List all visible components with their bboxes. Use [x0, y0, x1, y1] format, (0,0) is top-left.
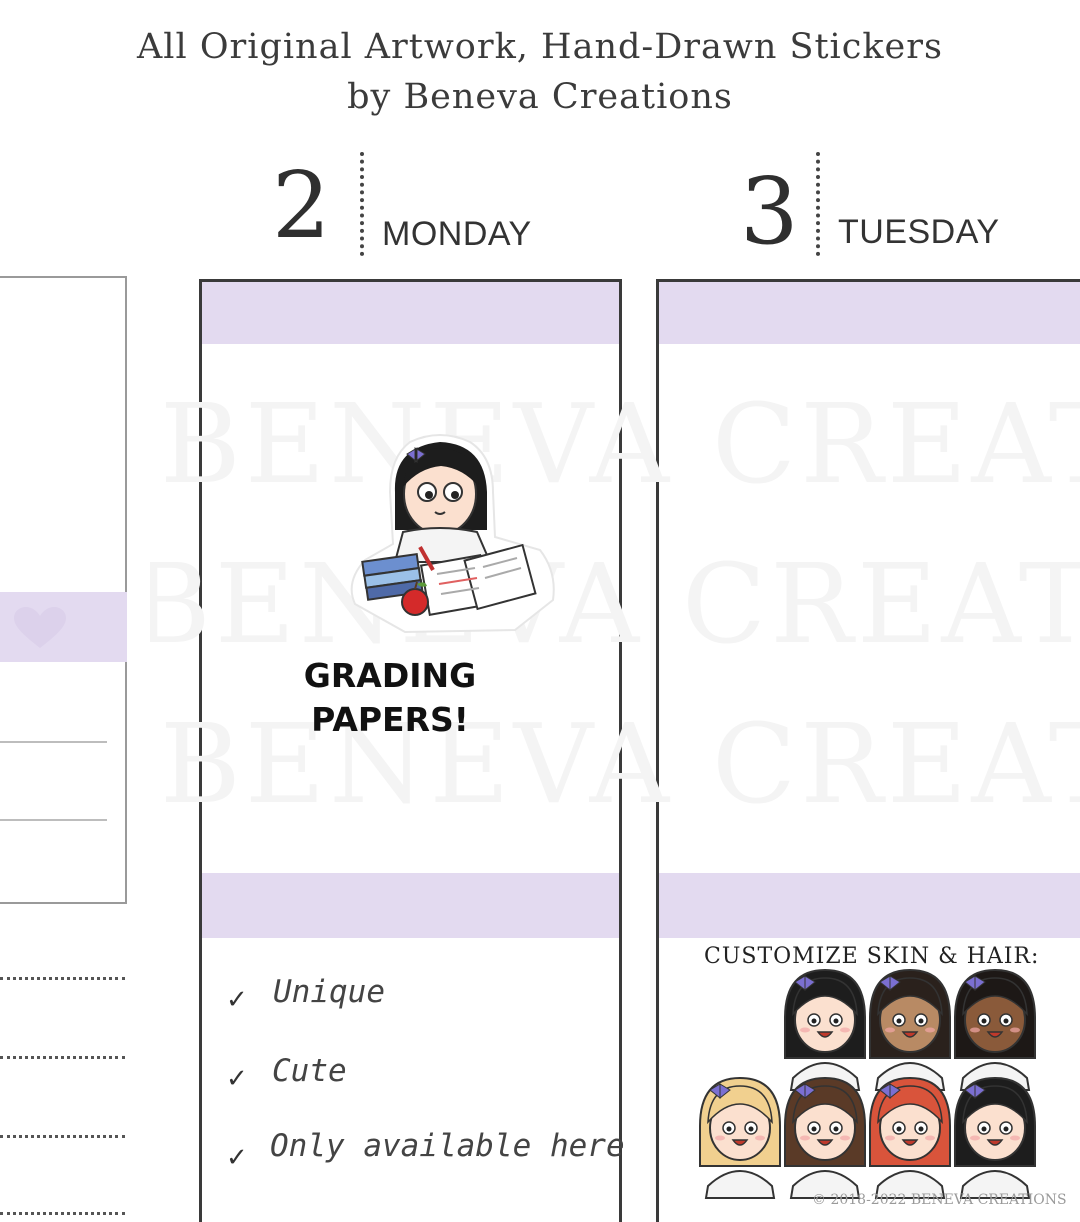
variant-avatar — [869, 968, 951, 1091]
left-dotted-2 — [0, 1056, 125, 1059]
grading-papers-sticker — [350, 434, 555, 634]
variant-avatar — [954, 968, 1036, 1091]
watermark-row-1: BENEVA CREATI — [160, 380, 1080, 508]
variant-avatar — [699, 1076, 781, 1199]
left-planner-panel — [0, 276, 127, 904]
heart-icon — [14, 607, 66, 648]
watermark-row-2: BENEVA CREATI — [150, 540, 1080, 668]
left-rule-1 — [0, 741, 107, 743]
left-rule-2 — [0, 819, 107, 821]
monday-top-band — [202, 282, 619, 344]
left-dotted-4 — [0, 1212, 125, 1215]
check-icon: ✓ — [226, 1143, 248, 1173]
variant-avatar — [784, 1076, 866, 1199]
variant-avatar — [869, 1076, 951, 1199]
customize-title: CUSTOMIZE SKIN & HAIR: — [704, 944, 1040, 969]
feature-unique: Unique — [273, 974, 385, 1010]
feature-cute: Cute — [272, 1053, 347, 1089]
left-dotted-1 — [0, 977, 125, 980]
day-number-monday: 2 — [272, 152, 331, 259]
day-name-tuesday: TUESDAY — [838, 213, 1000, 251]
header-line-2: by Beneva Creations — [347, 77, 733, 117]
copyright-notice: © 2018-2022 BENEVA CREATIONS — [812, 1192, 1067, 1208]
check-icon: ✓ — [226, 985, 248, 1015]
monday-mid-band — [202, 873, 619, 938]
variant-avatar — [954, 1076, 1036, 1199]
watermark-area: BENEVA CREATI BENEVA CREATI BENEVA CREAT… — [150, 380, 1080, 830]
header-line-1: All Original Artwork, Hand-Drawn Sticker… — [137, 27, 943, 67]
left-dotted-3 — [0, 1135, 125, 1138]
feature-only-available: Only available here — [270, 1128, 625, 1164]
day-divider-tuesday — [816, 152, 820, 256]
sticker-caption-line-2: PAPERS! — [311, 700, 469, 739]
skin-hair-variants — [699, 968, 1036, 1199]
day-divider-monday — [360, 152, 364, 256]
day-name-monday: MONDAY — [382, 215, 532, 253]
tuesday-top-band — [659, 282, 1080, 344]
page-header: All Original Artwork, Hand-Drawn Sticker… — [0, 22, 1080, 122]
sticker-caption-line-1: GRADING — [303, 656, 477, 695]
day-number-tuesday: 3 — [740, 158, 799, 265]
variant-avatar — [784, 968, 866, 1091]
sticker-caption: GRADING PAPERS! — [240, 654, 540, 742]
check-icon: ✓ — [226, 1064, 248, 1094]
tuesday-mid-band — [659, 873, 1080, 938]
